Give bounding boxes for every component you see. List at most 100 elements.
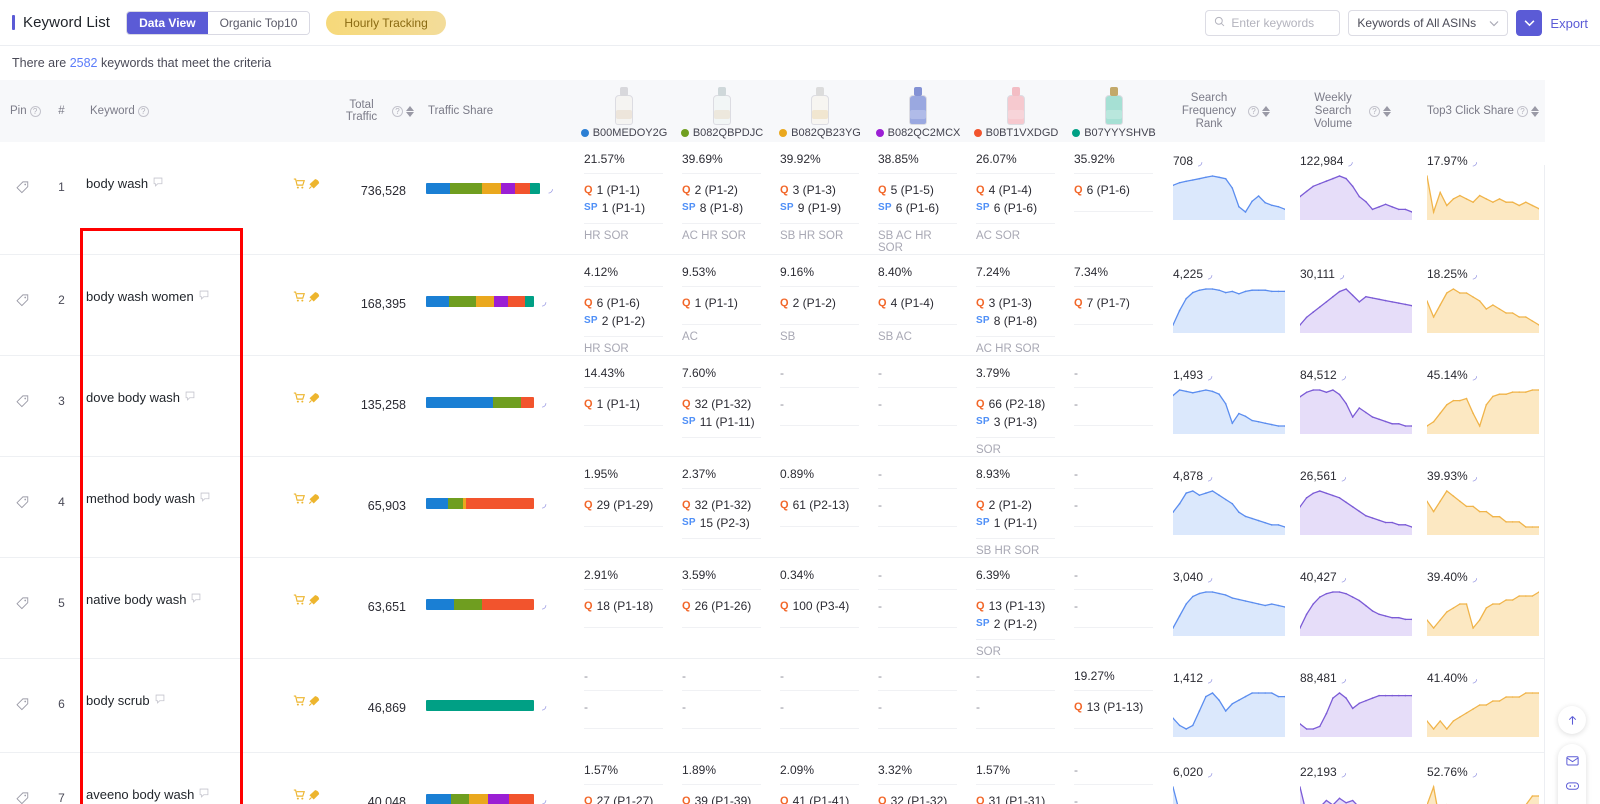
- pin-tag-icon[interactable]: [15, 791, 30, 804]
- trend-chart-icon[interactable]: ◞: [1208, 571, 1212, 584]
- table-row[interactable]: 5 native body wash 63,651 ◞ 2.91% Q 18 (P…: [0, 557, 1545, 659]
- sort-toggle[interactable]: [406, 105, 414, 117]
- shopping-cart-icon[interactable]: [293, 177, 306, 190]
- col-asin-1[interactable]: B082QBPDJC: [673, 80, 771, 142]
- pin-tag-icon[interactable]: [15, 394, 30, 409]
- note-icon-wrap[interactable]: [199, 289, 209, 303]
- note-icon[interactable]: [191, 593, 201, 603]
- pin-tag-icon[interactable]: [15, 180, 30, 195]
- sort-toggle[interactable]: [1530, 105, 1539, 117]
- col-weekly-search-volume[interactable]: Weekly Search Volume ?: [1290, 80, 1417, 142]
- trend-chart-icon[interactable]: ◞: [1473, 571, 1477, 584]
- trend-chart-icon[interactable]: ◞: [1473, 268, 1477, 281]
- trend-chart-icon[interactable]: ◞: [1208, 470, 1212, 483]
- help-icon[interactable]: ?: [1369, 105, 1380, 117]
- rocket-icon[interactable]: [308, 178, 320, 190]
- community-icon[interactable]: [1565, 778, 1580, 793]
- note-icon[interactable]: [200, 492, 210, 502]
- trend-chart-icon[interactable]: ◞: [548, 182, 552, 195]
- table-row[interactable]: 2 body wash women 168,395 ◞ 4.12% Q6 (P1…: [0, 254, 1545, 356]
- trend-chart-icon[interactable]: ◞: [542, 497, 546, 510]
- keyword-text[interactable]: aveeno body wash: [86, 787, 194, 802]
- rocket-icon[interactable]: [308, 789, 320, 801]
- note-icon-wrap[interactable]: [191, 592, 201, 606]
- trend-chart-icon[interactable]: ◞: [1342, 571, 1346, 584]
- pin-tag-icon[interactable]: [15, 596, 30, 611]
- note-icon-wrap[interactable]: [155, 693, 165, 707]
- note-icon-wrap[interactable]: [185, 390, 195, 404]
- help-icon[interactable]: ?: [392, 105, 403, 117]
- trend-chart-icon[interactable]: ◞: [1342, 766, 1346, 779]
- trend-chart-icon[interactable]: ◞: [1208, 369, 1212, 382]
- trend-chart-icon[interactable]: ◞: [1473, 766, 1477, 779]
- export-options-button[interactable]: [1516, 10, 1543, 36]
- trend-chart-icon[interactable]: ◞: [1342, 369, 1346, 382]
- trend-chart-icon[interactable]: ◞: [542, 793, 546, 804]
- shopping-cart-icon[interactable]: [293, 391, 306, 404]
- note-icon[interactable]: [153, 177, 163, 187]
- keyword-cell[interactable]: body wash women: [78, 254, 328, 356]
- hourly-tracking-button[interactable]: Hourly Tracking: [326, 10, 446, 35]
- sort-toggle[interactable]: [1383, 105, 1391, 117]
- help-icon[interactable]: ?: [1516, 105, 1528, 117]
- rocket-icon[interactable]: [308, 695, 320, 707]
- asin-scope-select[interactable]: Keywords of All ASINs: [1348, 10, 1509, 36]
- trend-chart-icon[interactable]: ◞: [1208, 268, 1212, 281]
- note-icon[interactable]: [199, 788, 209, 798]
- shopping-cart-icon[interactable]: [293, 694, 306, 707]
- keyword-cell[interactable]: aveeno body wash: [78, 752, 328, 804]
- col-total-traffic[interactable]: Total Traffic ?: [328, 80, 420, 142]
- table-row[interactable]: 3 dove body wash 135,258 ◞ 14.43% Q1 (P1…: [0, 355, 1545, 457]
- note-icon[interactable]: [199, 290, 209, 300]
- pin-cell[interactable]: [0, 557, 45, 659]
- rocket-icon[interactable]: [308, 291, 320, 303]
- table-row[interactable]: 4 method body wash 65,903 ◞ 1.95% Q 29 (P…: [0, 456, 1545, 558]
- pin-tag-icon[interactable]: [15, 697, 30, 712]
- col-asin-2[interactable]: B082QB23YG: [771, 80, 869, 142]
- help-icon[interactable]: ?: [137, 105, 149, 117]
- shopping-cart-icon[interactable]: [293, 492, 306, 505]
- trend-chart-icon[interactable]: ◞: [1473, 470, 1477, 483]
- view-segmented-control[interactable]: Data View Organic Top10: [126, 10, 311, 35]
- table-row[interactable]: 6 body scrub 46,869 ◞ - - - - - - - - - …: [0, 658, 1545, 753]
- rocket-icon[interactable]: [308, 392, 320, 404]
- rocket-icon[interactable]: [308, 493, 320, 505]
- trend-chart-icon[interactable]: ◞: [542, 295, 546, 308]
- col-search-frequency-rank[interactable]: Search Frequency Rank ?: [1163, 80, 1290, 142]
- trend-chart-icon[interactable]: ◞: [1340, 268, 1344, 281]
- export-button[interactable]: Export: [1550, 16, 1588, 31]
- keyword-cell[interactable]: dove body wash: [78, 355, 328, 457]
- keyword-cell[interactable]: body wash: [78, 142, 328, 255]
- note-icon-wrap[interactable]: [153, 176, 163, 190]
- pin-cell[interactable]: [0, 658, 45, 753]
- keyword-cell[interactable]: method body wash: [78, 456, 328, 558]
- help-icon[interactable]: ?: [1248, 105, 1259, 117]
- trend-chart-icon[interactable]: ◞: [1473, 155, 1477, 168]
- trend-chart-icon[interactable]: ◞: [1208, 672, 1212, 685]
- pin-cell[interactable]: [0, 752, 45, 804]
- trend-chart-icon[interactable]: ◞: [1348, 155, 1352, 168]
- trend-chart-icon[interactable]: ◞: [542, 396, 546, 409]
- tab-data-view[interactable]: Data View: [127, 11, 208, 34]
- col-top3-click-share[interactable]: Top3 Click Share ?: [1417, 80, 1545, 142]
- keyword-text[interactable]: body wash women: [86, 289, 194, 304]
- trend-chart-icon[interactable]: ◞: [1342, 672, 1346, 685]
- trend-chart-icon[interactable]: ◞: [1342, 470, 1346, 483]
- feedback-icon[interactable]: [1565, 753, 1580, 768]
- table-row[interactable]: 7 aveeno body wash 40,048 ◞ 1.57% Q 27 (P…: [0, 752, 1545, 804]
- shopping-cart-icon[interactable]: [293, 593, 306, 606]
- trend-chart-icon[interactable]: ◞: [1473, 672, 1477, 685]
- scroll-to-top-button[interactable]: [1558, 706, 1586, 734]
- trend-chart-icon[interactable]: ◞: [542, 598, 546, 611]
- keyword-text[interactable]: body wash: [86, 176, 148, 191]
- col-asin-5[interactable]: B07YYYSHVB: [1065, 80, 1163, 142]
- tab-organic-top10[interactable]: Organic Top10: [207, 11, 310, 34]
- note-icon-wrap[interactable]: [200, 491, 210, 505]
- col-asin-0[interactable]: B00MEDOY2G: [575, 80, 673, 142]
- keyword-cell[interactable]: native body wash: [78, 557, 328, 659]
- trend-chart-icon[interactable]: ◞: [1208, 766, 1212, 779]
- pin-cell[interactable]: [0, 355, 45, 457]
- note-icon[interactable]: [155, 694, 165, 704]
- note-icon[interactable]: [185, 391, 195, 401]
- search-box[interactable]: [1205, 10, 1341, 36]
